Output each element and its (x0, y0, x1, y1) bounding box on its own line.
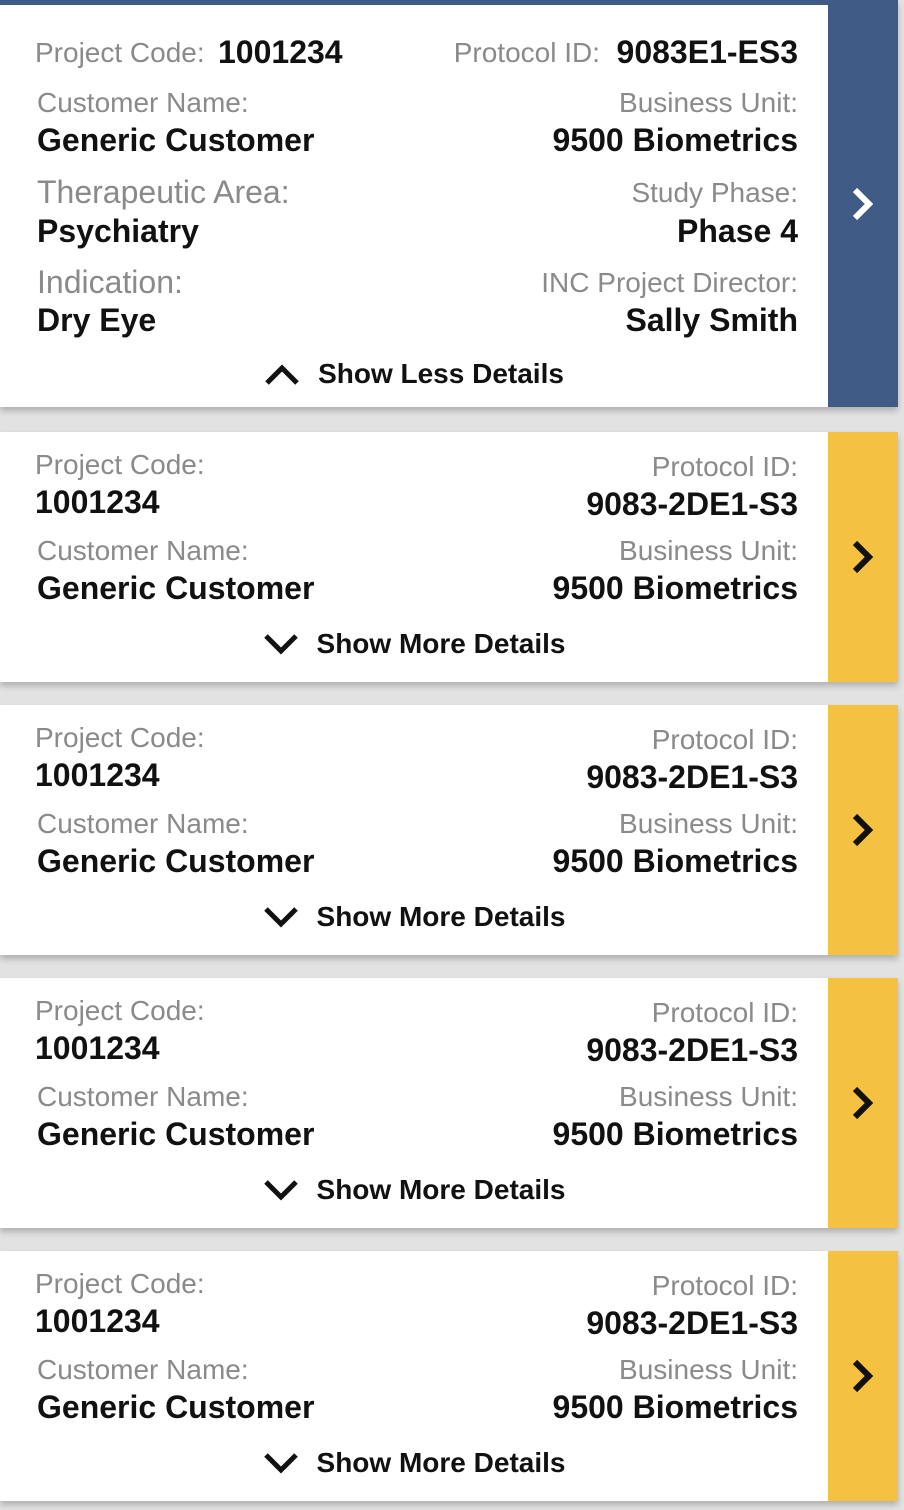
open-project-button[interactable] (828, 705, 898, 955)
chevron-up-icon (265, 364, 299, 385)
show-more-details-toggle[interactable]: Show More Details (0, 628, 828, 660)
protocol-id-value: 9083-2DE1-S3 (586, 486, 798, 522)
protocol-id-label: Protocol ID: (453, 37, 600, 68)
protocol-id-label: Protocol ID: (651, 724, 798, 755)
chevron-right-icon (852, 187, 874, 220)
chevron-right-icon (852, 813, 874, 847)
business-unit-value: 9500 Biometrics (552, 122, 798, 158)
project-code-value: 1001234 (35, 1030, 160, 1066)
show-more-details-toggle[interactable]: Show More Details (0, 1174, 828, 1206)
protocol-id-label: Protocol ID: (651, 451, 798, 482)
business-unit-label: Business Unit: (619, 1354, 798, 1385)
business-unit-label: Business Unit: (619, 1081, 798, 1112)
project-card: Project Code: 1001234 Protocol ID: 9083-… (0, 432, 898, 682)
card-body: Project Code: 1001234 Protocol ID: 9083-… (0, 1251, 828, 1501)
therapeutic-area-label: Therapeutic Area: (37, 174, 290, 210)
protocol-id-value: 9083-2DE1-S3 (586, 759, 798, 795)
project-card-expanded: Project Code: 1001234 Protocol ID: 9083E… (0, 0, 898, 407)
project-code-value: 1001234 (35, 1303, 160, 1339)
chevron-down-icon (263, 1453, 298, 1474)
protocol-id-value: 9083-2DE1-S3 (586, 1032, 798, 1068)
project-director-value: Sally Smith (625, 302, 799, 338)
business-unit-label: Business Unit: (619, 535, 798, 566)
chevron-down-icon (263, 1180, 298, 1201)
toggle-label: Show More Details (316, 628, 566, 659)
business-unit-value: 9500 Biometrics (552, 1389, 798, 1425)
open-project-button[interactable] (828, 978, 898, 1228)
chevron-right-icon (852, 540, 874, 574)
card-body: Project Code: 1001234 Protocol ID: 9083-… (0, 432, 828, 682)
business-unit-value: 9500 Biometrics (552, 570, 798, 606)
protocol-id-value: 9083E1-ES3 (616, 34, 798, 70)
toggle-label: Show Less Details (318, 358, 564, 389)
chevron-right-icon (852, 1359, 874, 1393)
toggle-label: Show More Details (316, 901, 566, 932)
project-director-label: INC Project Director: (541, 267, 798, 298)
therapeutic-area-value: Psychiatry (37, 213, 199, 249)
project-card: Project Code: 1001234 Protocol ID: 9083-… (0, 978, 898, 1228)
project-code-value: 1001234 (35, 757, 160, 793)
business-unit-value: 9500 Biometrics (552, 843, 798, 879)
card-body: Project Code: 1001234 Protocol ID: 9083E… (0, 0, 828, 407)
open-project-button[interactable] (828, 0, 898, 407)
project-code-label: Project Code: (35, 722, 205, 753)
customer-name-label: Customer Name: (37, 1354, 249, 1385)
card-body: Project Code: 1001234 Protocol ID: 9083-… (0, 705, 828, 955)
show-more-details-toggle[interactable]: Show More Details (0, 901, 828, 933)
project-code-label: Project Code: (35, 37, 205, 68)
business-unit-value: 9500 Biometrics (552, 1116, 798, 1152)
customer-name-value: Generic Customer (37, 1389, 315, 1425)
project-code-value: 1001234 (218, 34, 343, 70)
project-card: Project Code: 1001234 Protocol ID: 9083-… (0, 1251, 898, 1501)
toggle-label: Show More Details (316, 1447, 566, 1478)
protocol-id-label: Protocol ID: (651, 1270, 798, 1301)
show-more-details-toggle[interactable]: Show More Details (0, 1447, 828, 1479)
chevron-down-icon (263, 634, 298, 655)
indication-value: Dry Eye (37, 302, 157, 338)
indication-label: Indication: (37, 264, 183, 300)
open-project-button[interactable] (828, 1251, 898, 1501)
project-card: Project Code: 1001234 Protocol ID: 9083-… (0, 705, 898, 955)
toggle-label: Show More Details (316, 1174, 566, 1205)
protocol-id-label: Protocol ID: (651, 997, 798, 1028)
customer-name-label: Customer Name: (37, 808, 249, 839)
customer-name-label: Customer Name: (37, 535, 249, 566)
open-project-button[interactable] (828, 432, 898, 682)
customer-name-value: Generic Customer (37, 570, 315, 606)
customer-name-value: Generic Customer (37, 843, 315, 879)
project-code-value: 1001234 (35, 484, 160, 520)
show-less-details-toggle[interactable]: Show Less Details (0, 358, 828, 390)
business-unit-label: Business Unit: (619, 808, 798, 839)
project-code-label: Project Code: (35, 995, 205, 1026)
customer-name-value: Generic Customer (37, 122, 315, 158)
business-unit-label: Business Unit: (619, 87, 798, 118)
project-code-label: Project Code: (35, 1268, 205, 1299)
study-phase-value: Phase 4 (677, 213, 798, 249)
customer-name-value: Generic Customer (37, 1116, 315, 1152)
customer-name-label: Customer Name: (37, 87, 249, 118)
study-phase-label: Study Phase: (631, 177, 798, 208)
chevron-right-icon (852, 1086, 874, 1120)
customer-name-label: Customer Name: (37, 1081, 249, 1112)
card-body: Project Code: 1001234 Protocol ID: 9083-… (0, 978, 828, 1228)
protocol-id-value: 9083-2DE1-S3 (586, 1305, 798, 1341)
project-code-label: Project Code: (35, 449, 205, 480)
chevron-down-icon (263, 907, 298, 928)
